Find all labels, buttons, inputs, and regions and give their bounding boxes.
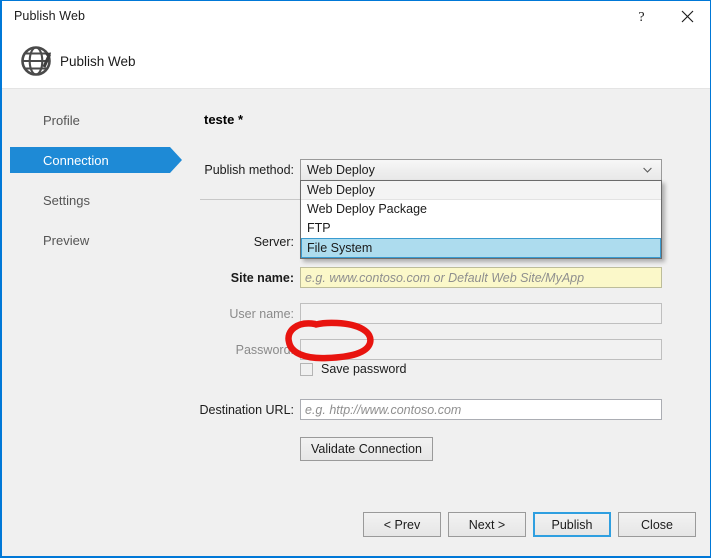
- server-label: Server:: [253, 235, 294, 249]
- sidebar-item-profile[interactable]: Profile: [10, 107, 180, 133]
- connection-panel: teste * Publish method: Web Deploy Web D…: [187, 90, 710, 500]
- save-password-checkbox[interactable]: [300, 362, 313, 376]
- close-button[interactable]: Close: [618, 512, 696, 537]
- sidebar-item-settings[interactable]: Settings: [10, 187, 180, 213]
- publish-button[interactable]: Publish: [533, 512, 611, 537]
- dropdown-option-file-system[interactable]: File System: [301, 238, 661, 258]
- sidebar-item-preview[interactable]: Preview: [10, 227, 180, 253]
- dialog-footer: < Prev Next > Publish Close: [2, 499, 710, 556]
- profile-name-title: teste *: [204, 112, 244, 127]
- validate-connection-button[interactable]: Validate Connection: [300, 437, 433, 461]
- wizard-sidebar: Profile Connection Settings Preview: [2, 90, 187, 500]
- sidebar-item-label: Profile: [43, 112, 80, 128]
- banner-title: Publish Web: [60, 54, 136, 69]
- publish-method-value: Web Deploy: [307, 163, 375, 177]
- user-name-input[interactable]: [300, 303, 662, 324]
- prev-button[interactable]: < Prev: [363, 512, 441, 537]
- password-label: Password:: [235, 343, 294, 357]
- window-title: Publish Web: [14, 9, 86, 23]
- chevron-down-icon: [643, 167, 652, 173]
- dropdown-option-ftp[interactable]: FTP: [301, 219, 661, 238]
- question-mark-icon: ?: [638, 10, 644, 24]
- save-password-checkbox-row[interactable]: Save password: [300, 362, 406, 376]
- title-bar: Publish Web ?: [2, 1, 710, 32]
- close-window-button[interactable]: [665, 1, 710, 32]
- destination-url-label: Destination URL:: [199, 403, 295, 417]
- help-button[interactable]: ?: [619, 1, 664, 32]
- destination-url-input[interactable]: [300, 399, 662, 420]
- svg-text:?: ?: [638, 10, 644, 24]
- dialog-content: Profile Connection Settings Preview test…: [2, 90, 710, 500]
- dialog-banner: Publish Web: [2, 32, 710, 89]
- publish-web-dialog: Publish Web ? Publish Web Profile Connec…: [0, 0, 711, 558]
- selected-arrow-icon: [170, 147, 182, 173]
- close-icon: [681, 10, 694, 23]
- sidebar-item-connection[interactable]: Connection: [10, 147, 182, 173]
- password-input[interactable]: [300, 339, 662, 360]
- sidebar-item-label: Settings: [43, 192, 90, 208]
- save-password-label: Save password: [321, 362, 407, 376]
- globe-publish-icon: [21, 46, 51, 76]
- sidebar-item-label: Preview: [43, 232, 90, 248]
- publish-method-label: Publish method:: [204, 163, 294, 177]
- site-name-input[interactable]: [300, 267, 662, 288]
- dropdown-option-web-deploy[interactable]: Web Deploy: [301, 181, 661, 200]
- publish-method-combobox[interactable]: Web Deploy: [300, 159, 662, 181]
- user-name-label: User name:: [229, 307, 294, 321]
- section-divider: [200, 199, 300, 200]
- site-name-label: Site name:: [230, 271, 294, 285]
- next-button[interactable]: Next >: [448, 512, 526, 537]
- dropdown-option-web-deploy-package[interactable]: Web Deploy Package: [301, 200, 661, 219]
- sidebar-item-label: Connection: [43, 152, 109, 168]
- publish-method-dropdown-list[interactable]: Web Deploy Web Deploy Package FTP File S…: [300, 180, 662, 259]
